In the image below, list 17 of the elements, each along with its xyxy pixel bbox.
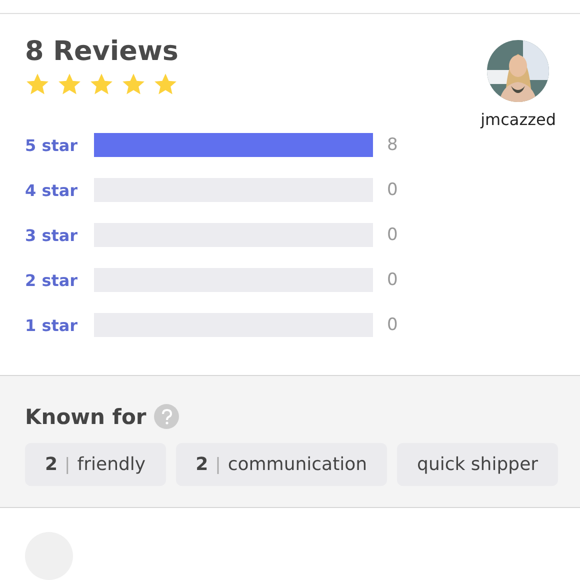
trait-tag: quick shipper [397, 443, 558, 486]
rating-count: 0 [387, 270, 398, 290]
star-filter-link[interactable]: 1 star [25, 316, 94, 335]
star-filter-link[interactable]: 5 star [25, 136, 94, 155]
star-filter-link[interactable]: 4 star [25, 180, 94, 200]
rating-count: 0 [387, 225, 398, 246]
trait-tag: 2 | communication [176, 443, 388, 486]
rating-count: 0 [387, 315, 398, 336]
star-filter-link[interactable]: 2 star [25, 270, 94, 290]
username-link[interactable]: jmcazzed [480, 110, 556, 129]
trait-tag: 2 | friendly [25, 443, 166, 486]
reviews-title: 8 Reviews [25, 36, 180, 68]
known-for-title: Known for [25, 404, 146, 429]
rating-count: 8 [387, 135, 398, 156]
star-filter-link[interactable]: 3 star [25, 226, 94, 245]
help-icon[interactable] [154, 404, 180, 430]
rating-count: 0 [387, 180, 398, 200]
